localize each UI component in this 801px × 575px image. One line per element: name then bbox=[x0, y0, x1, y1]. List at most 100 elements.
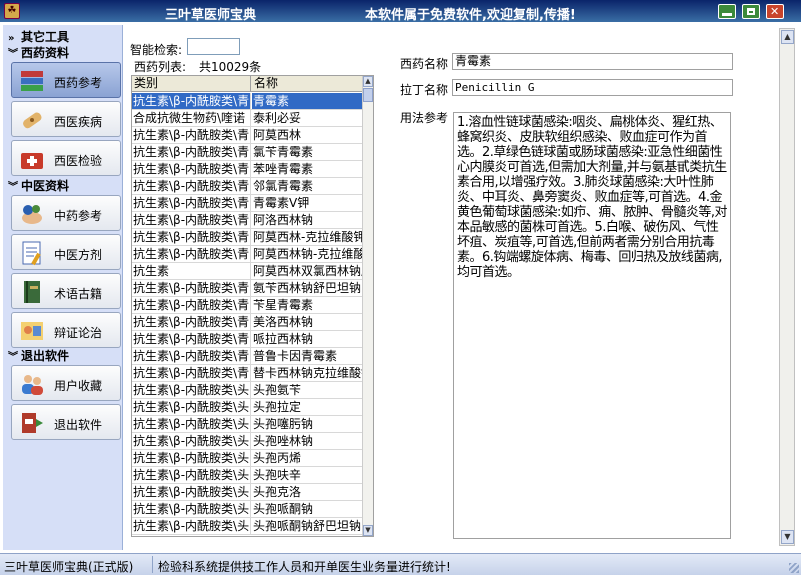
chevron-double-down-icon: ︾ bbox=[8, 352, 18, 363]
latin-name-field[interactable]: Penicillin G bbox=[452, 79, 733, 96]
close-button[interactable]: ✕ bbox=[766, 4, 784, 19]
table-row[interactable]: 抗生素 阿莫西林双氯西林钠胶 bbox=[132, 263, 363, 280]
sidebar-item-label: 西药参考 bbox=[54, 76, 103, 90]
title-bar[interactable]: ☘ 三叶草医师宝典 本软件属于免费软件,欢迎复制,传播! ✕ bbox=[0, 0, 801, 23]
usage-textarea[interactable]: 1.溶血性链球菌感染:咽炎、扁桃体炎、猩红热、蜂窝织炎、皮肤软组织感染、败血症可… bbox=[453, 112, 731, 539]
users-icon bbox=[22, 375, 43, 395]
section-other-tools[interactable]: » 其它工具 bbox=[8, 28, 123, 44]
section-chinese-medicine[interactable]: ︾ 中医资料 bbox=[8, 177, 123, 193]
sidebar-item-label: 用户收藏 bbox=[54, 379, 103, 393]
section-label: 退出软件 bbox=[21, 349, 70, 363]
section-exit[interactable]: ︾ 退出软件 bbox=[8, 347, 123, 363]
column-header-name[interactable]: 名称 bbox=[252, 76, 363, 92]
sidebar-item-label: 辩证论治 bbox=[54, 326, 103, 340]
cell-name: 头孢克洛 bbox=[252, 484, 363, 500]
cell-name: 阿莫西林 bbox=[252, 127, 363, 143]
sidebar: » 其它工具 ︾ 西药资料 西药参考 西医疾病 西医检验 ︾ 中医资料 中药参考 中医… bbox=[3, 25, 123, 550]
prescription-icon bbox=[22, 241, 41, 266]
panel-scrollbar[interactable]: ▲ ▼ bbox=[779, 28, 795, 546]
table-row[interactable]: 抗生素\β-内酰胺类\头 头孢丙烯 bbox=[132, 450, 363, 467]
table-row[interactable]: 抗生素\β-内酰胺类\青 苄星青霉素 bbox=[132, 297, 363, 314]
cell-category: 抗生素\β-内酰胺类\青 bbox=[133, 314, 251, 330]
sidebar-item-western-lab-tests[interactable]: 西医检验 bbox=[11, 140, 121, 176]
cell-name: 哌拉西林钠 bbox=[252, 331, 363, 347]
main-window: ☘ 三叶草医师宝典 本软件属于免费软件,欢迎复制,传播! ✕ » 其它工具 ︾ 西药… bbox=[0, 0, 801, 575]
cell-category: 抗生素\β-内酰胺类\头 bbox=[133, 382, 251, 398]
table-row[interactable]: 抗生素\β-内酰胺类\青 青霉素V钾 bbox=[132, 195, 363, 212]
freeware-notice: 本软件属于免费软件,欢迎复制,传播! bbox=[365, 8, 576, 23]
table-row[interactable]: 抗生素\β-内酰胺类\头 头孢哌酮钠舒巴坦钠 bbox=[132, 518, 363, 535]
scroll-down-arrow-icon[interactable]: ▼ bbox=[781, 530, 794, 544]
bandage-icon bbox=[23, 112, 42, 129]
sidebar-item-label: 术语古籍 bbox=[54, 287, 103, 301]
cell-name: 阿莫西林钠-克拉维酸钾 bbox=[252, 246, 363, 262]
chevron-double-down-icon: ︾ bbox=[8, 182, 18, 193]
cell-category: 抗生素\β-内酰胺类\青 bbox=[133, 144, 251, 160]
table-row[interactable]: 抗生素\β-内酰胺类\头 头孢哌酮钠 bbox=[132, 501, 363, 518]
scroll-thumb[interactable] bbox=[363, 88, 373, 102]
cell-category: 抗生素 bbox=[132, 263, 251, 279]
sidebar-item-western-drug-reference[interactable]: 西药参考 bbox=[11, 62, 121, 98]
cell-category: 抗生素\β-内酰胺类\青 bbox=[133, 365, 251, 381]
list-scrollbar[interactable]: ▲ ▼ bbox=[362, 76, 373, 536]
cell-name: 头孢氨苄 bbox=[252, 382, 363, 398]
cell-name: 泰利必妥 bbox=[252, 110, 363, 126]
table-row[interactable]: 抗生素\β-内酰胺类\青 阿莫西林 bbox=[132, 127, 363, 144]
cell-category: 抗生素\β-内酰胺类\青 bbox=[133, 280, 251, 296]
chevron-double-right-icon: » bbox=[8, 33, 15, 44]
column-header-category[interactable]: 类别 bbox=[132, 76, 251, 92]
exit-icon bbox=[22, 413, 43, 433]
table-body: 抗生素\β-内酰胺类\青 青霉素 合成抗微生物药\喹诺 泰利必妥 抗生素\β-内酰胺类\… bbox=[132, 93, 363, 535]
table-row[interactable]: 抗生素\β-内酰胺类\青 阿洛西林钠 bbox=[132, 212, 363, 229]
sidebar-item-terms-classics[interactable]: 术语古籍 bbox=[11, 273, 121, 309]
cell-category: 抗生素\β-内酰胺类\头 bbox=[133, 484, 251, 500]
drug-name-field[interactable]: 青霉素 bbox=[452, 53, 733, 70]
minimize-button[interactable] bbox=[718, 4, 736, 19]
resize-grip-icon[interactable] bbox=[789, 563, 799, 573]
cell-name: 头孢唑林钠 bbox=[252, 433, 363, 449]
cell-category: 抗生素\β-内酰胺类\头 bbox=[133, 450, 251, 466]
table-row[interactable]: 合成抗微生物药\喹诺 泰利必妥 bbox=[132, 110, 363, 127]
table-row[interactable]: 抗生素\β-内酰胺类\青 替卡西林钠克拉维酸钾 bbox=[132, 365, 363, 382]
table-row[interactable]: 抗生素\β-内酰胺类\青 苯唑青霉素 bbox=[132, 161, 363, 178]
cell-category: 合成抗微生物药\喹诺 bbox=[132, 110, 251, 126]
table-row[interactable]: 抗生素\β-内酰胺类\头 头孢克洛 bbox=[132, 484, 363, 501]
table-row[interactable]: 抗生素\β-内酰胺类\头 头孢噻肟钠 bbox=[132, 416, 363, 433]
search-input[interactable] bbox=[187, 38, 240, 55]
table-row[interactable]: 抗生素\β-内酰胺类\头 头孢拉定 bbox=[132, 399, 363, 416]
scroll-up-arrow-icon[interactable]: ▲ bbox=[781, 30, 794, 44]
table-row[interactable]: 抗生素\β-内酰胺类\青 邻氯青霉素 bbox=[132, 178, 363, 195]
table-row[interactable]: 抗生素\β-内酰胺类\青 哌拉西林钠 bbox=[132, 331, 363, 348]
maximize-button[interactable] bbox=[742, 4, 760, 19]
latin-name-label: 拉丁名称 bbox=[400, 83, 449, 97]
status-edition: 三叶草医师宝典(正式版) bbox=[4, 560, 134, 574]
sidebar-item-chinese-prescriptions[interactable]: 中医方剂 bbox=[11, 234, 121, 270]
table-row[interactable]: 抗生素\β-内酰胺类\青 普鲁卡因青霉素 bbox=[132, 348, 363, 365]
table-row[interactable]: 抗生素\β-内酰胺类\青 氯苄青霉素 bbox=[132, 144, 363, 161]
section-western-medicine[interactable]: ︾ 西药资料 bbox=[8, 44, 123, 60]
cell-name: 替卡西林钠克拉维酸钾 bbox=[253, 365, 363, 381]
sidebar-item-syndrome-treatment[interactable]: 辩证论治 bbox=[11, 312, 121, 348]
search-label: 智能检索: bbox=[130, 43, 183, 57]
cell-name: 氨苄西林钠舒巴坦钠 bbox=[253, 280, 363, 296]
table-row[interactable]: 抗生素\β-内酰胺类\青 青霉素 bbox=[132, 93, 363, 110]
cell-category: 抗生素\β-内酰胺类\头 bbox=[133, 467, 251, 483]
sidebar-item-exit-software[interactable]: 退出软件 bbox=[11, 404, 121, 440]
table-row[interactable]: 抗生素\β-内酰胺类\头 头孢唑林钠 bbox=[132, 433, 363, 450]
sidebar-item-user-favorites[interactable]: 用户收藏 bbox=[11, 365, 121, 401]
table-row[interactable]: 抗生素\β-内酰胺类\头 头孢呋辛 bbox=[132, 467, 363, 484]
drug-list-table[interactable]: 类别 名称 抗生素\β-内酰胺类\青 青霉素 合成抗微生物药\喹诺 泰利必妥 抗生素\β… bbox=[131, 75, 374, 537]
scroll-down-arrow-icon[interactable]: ▼ bbox=[363, 525, 373, 536]
table-row[interactable]: 抗生素\β-内酰胺类\头 头孢氨苄 bbox=[132, 382, 363, 399]
sidebar-item-chinese-herb-reference[interactable]: 中药参考 bbox=[11, 195, 121, 231]
close-icon: ✕ bbox=[770, 5, 780, 18]
scroll-up-arrow-icon[interactable]: ▲ bbox=[363, 76, 373, 87]
cell-category: 抗生素\β-内酰胺类\青 bbox=[133, 246, 251, 262]
cell-category: 抗生素\β-内酰胺类\青 bbox=[133, 212, 251, 228]
table-row[interactable]: 抗生素\β-内酰胺类\青 阿莫西林-克拉维酸钾 bbox=[132, 229, 363, 246]
cell-name: 阿莫西林-克拉维酸钾 bbox=[253, 229, 363, 245]
sidebar-item-western-diseases[interactable]: 西医疾病 bbox=[11, 101, 121, 137]
table-row[interactable]: 抗生素\β-内酰胺类\青 美洛西林钠 bbox=[132, 314, 363, 331]
table-row[interactable]: 抗生素\β-内酰胺类\青 氨苄西林钠舒巴坦钠 bbox=[132, 280, 363, 297]
table-row[interactable]: 抗生素\β-内酰胺类\青阿莫西林钠-克拉维酸钾 bbox=[132, 246, 363, 263]
